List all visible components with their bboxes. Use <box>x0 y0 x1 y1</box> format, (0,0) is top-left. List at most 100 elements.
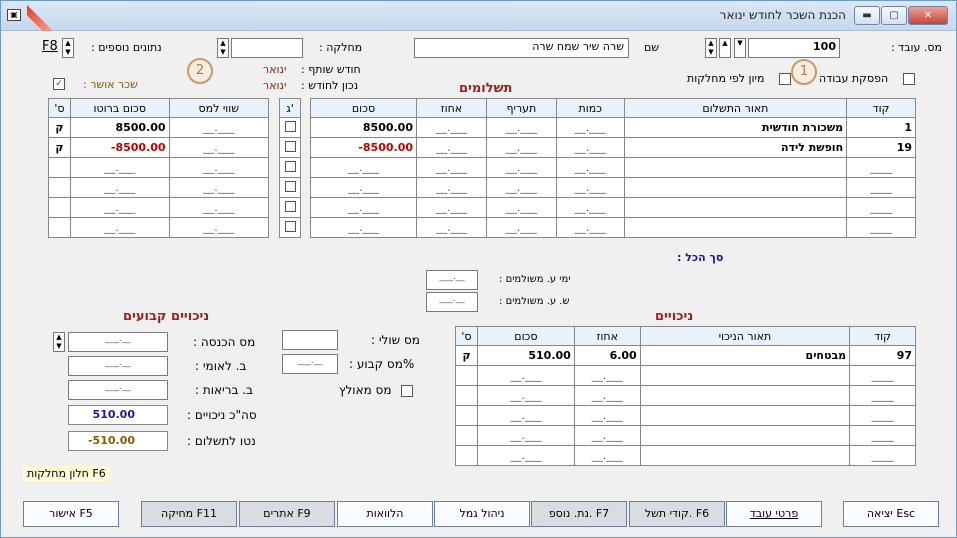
payment-code-cell[interactable]: ____ <box>846 197 916 218</box>
percent-cell[interactable]: ___.__ <box>416 117 487 138</box>
g-checkbox-cell[interactable] <box>279 117 301 138</box>
amount-cell[interactable]: ___.__ <box>310 157 417 178</box>
amount-cell[interactable]: ___.__ <box>477 445 575 466</box>
table-row[interactable]: 1 משכורת חודשית ___.__ ___.__ ___.__ 850… <box>310 117 916 138</box>
extra-data-spinner-icon[interactable]: ▲ ▼ <box>62 38 74 58</box>
flag-cell[interactable] <box>48 217 71 238</box>
quantity-cell[interactable]: ___.__ <box>555 117 625 138</box>
alerts-button[interactable]: אתרים F9 <box>239 501 335 527</box>
table-row[interactable]: ____ ___.__ ___.__ <box>455 445 916 466</box>
deduction-code-cell[interactable]: ____ <box>849 445 916 466</box>
loans-button[interactable]: הלוואות <box>337 501 433 527</box>
maximize-icon[interactable]: ▢ <box>881 6 907 25</box>
payment-code-cell[interactable]: ____ <box>846 217 916 238</box>
sort-by-dept-checkbox[interactable] <box>779 73 791 85</box>
tax-value-cell[interactable]: ___.__ <box>168 197 270 218</box>
gross-amount-cell[interactable]: -8500.00 <box>69 137 170 158</box>
table-row[interactable]: ___.__ ___.__ <box>48 197 270 218</box>
flag-cell[interactable]: ק <box>48 117 71 138</box>
deduction-code-cell[interactable]: ____ <box>849 365 916 386</box>
tax-value-cell[interactable]: ___.__ <box>168 117 270 138</box>
g-checkbox[interactable] <box>284 180 296 192</box>
health-insurance-field[interactable]: ___.__ <box>68 380 168 400</box>
table-row[interactable]: ____ ___.__ ___.__ ___.__ ___.__ <box>310 177 916 198</box>
g-checkbox-cell[interactable] <box>279 197 301 218</box>
quantity-cell[interactable]: ___.__ <box>555 177 625 198</box>
quantity-cell[interactable]: ___.__ <box>555 137 625 158</box>
percent-cell[interactable]: ___.__ <box>573 385 641 406</box>
tax-value-cell[interactable]: ___.__ <box>168 217 270 238</box>
deduction-code-cell[interactable]: 97 <box>849 345 916 366</box>
g-checkbox[interactable] <box>284 220 296 232</box>
table-row[interactable]: ____ ___.__ ___.__ ___.__ ___.__ <box>310 197 916 218</box>
extra-data-key[interactable]: F8 <box>42 39 58 54</box>
gross-amount-cell[interactable]: ___.__ <box>69 157 170 178</box>
employee-no-field[interactable]: 100 <box>748 38 840 58</box>
quantity-cell[interactable]: ___.__ <box>555 197 625 218</box>
deduction-desc-cell[interactable] <box>639 365 851 386</box>
table-row[interactable]: ___.__ 8500.00 ק <box>48 117 270 138</box>
national-insurance-field[interactable]: ___.__ <box>68 356 168 376</box>
amount-cell[interactable]: ___.__ <box>477 365 575 386</box>
amount-cell[interactable]: ___.__ <box>310 217 417 238</box>
percent-cell[interactable]: ___.__ <box>573 425 641 446</box>
g-checkbox[interactable] <box>284 140 296 152</box>
amount-cell[interactable]: 8500.00 <box>310 117 417 138</box>
table-row[interactable]: ____ ___.__ ___.__ ___.__ ___.__ <box>310 157 916 178</box>
payment-code-cell[interactable]: 19 <box>846 137 916 158</box>
quantity-cell[interactable]: ___.__ <box>555 217 625 238</box>
deduction-desc-cell[interactable] <box>639 385 851 406</box>
payment-desc-cell[interactable] <box>623 197 848 218</box>
payment-code-cell[interactable]: ____ <box>846 157 916 178</box>
department-field[interactable] <box>231 38 303 58</box>
percent-cell[interactable]: ___.__ <box>573 365 641 386</box>
tax-value-cell[interactable]: ___.__ <box>168 177 270 198</box>
table-row[interactable]: ___.__ ___.__ <box>48 177 270 198</box>
payment-code-cell[interactable]: 1 <box>846 117 916 138</box>
deduction-code-cell[interactable]: ____ <box>849 385 916 406</box>
approved-salary-checkbox[interactable]: ✓ <box>53 78 65 90</box>
paid-hours-field[interactable]: ___.__ <box>426 292 478 312</box>
flag-cell[interactable] <box>455 445 478 466</box>
gemel-management-button[interactable]: ניהול גמל <box>434 501 530 527</box>
rate-cell[interactable]: ___.__ <box>485 177 557 198</box>
percent-cell[interactable]: ___.__ <box>416 157 487 178</box>
rate-cell[interactable]: ___.__ <box>485 217 557 238</box>
payment-desc-cell[interactable] <box>623 217 848 238</box>
rate-cell[interactable]: ___.__ <box>485 137 557 158</box>
delete-button[interactable]: מחיקה F11 <box>141 501 237 527</box>
deduction-desc-cell[interactable] <box>639 445 851 466</box>
forced-tax-checkbox[interactable] <box>401 385 413 397</box>
percent-cell[interactable]: ___.__ <box>416 137 487 158</box>
tax-value-cell[interactable]: ___.__ <box>168 137 270 158</box>
g-checkbox-cell[interactable] <box>279 177 301 198</box>
deduction-code-cell[interactable]: ____ <box>849 425 916 446</box>
table-row[interactable]: ___.__ ___.__ <box>48 157 270 178</box>
g-checkbox[interactable] <box>284 160 296 172</box>
rate-cell[interactable]: ___.__ <box>485 157 557 178</box>
approve-button[interactable]: אישור F5 <box>23 501 119 527</box>
table-row[interactable]: ____ ___.__ ___.__ <box>455 405 916 426</box>
deduction-desc-cell[interactable] <box>639 425 851 446</box>
rate-cell[interactable]: ___.__ <box>485 197 557 218</box>
gross-amount-cell[interactable]: 8500.00 <box>69 117 170 138</box>
payment-desc-cell[interactable] <box>623 157 848 178</box>
rate-cell[interactable]: ___.__ <box>485 117 557 138</box>
quantity-cell[interactable]: ___.__ <box>555 157 625 178</box>
flag-cell[interactable] <box>455 425 478 446</box>
fixed-tax-pct-field[interactable]: ___.__ <box>282 354 338 374</box>
paid-days-field[interactable]: ___.__ <box>426 270 478 290</box>
gross-amount-cell[interactable]: ___.__ <box>69 197 170 218</box>
amount-cell[interactable]: ___.__ <box>477 385 575 406</box>
flag-cell[interactable] <box>48 157 71 178</box>
percent-cell[interactable]: ___.__ <box>573 405 641 426</box>
flag-cell[interactable] <box>455 365 478 386</box>
payment-desc-cell[interactable]: משכורת חודשית <box>623 117 848 138</box>
gross-amount-cell[interactable]: ___.__ <box>69 177 170 198</box>
table-row[interactable]: ___.__ ___.__ <box>48 217 270 238</box>
marginal-tax-field[interactable] <box>282 330 338 350</box>
tax-value-cell[interactable]: ___.__ <box>168 157 270 178</box>
deduction-desc-cell[interactable] <box>639 405 851 426</box>
extra-data-button[interactable]: נת. נוספ. F7 <box>531 501 627 527</box>
name-field[interactable]: שרה שיר שמח שרה <box>414 38 629 58</box>
